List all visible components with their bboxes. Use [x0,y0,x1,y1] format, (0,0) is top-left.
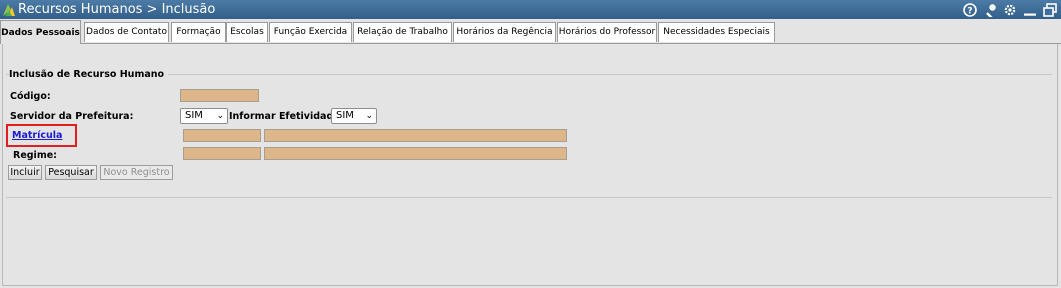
matricula-code-input[interactable] [183,129,261,142]
codigo-input[interactable] [180,89,259,102]
app-logo-icon [3,4,15,16]
regime-label: Regime: [13,150,57,161]
informar-efetividade-label: Informar Efetividade: [229,111,344,122]
title-bar: Recursos Humanos > Inclusão ? [0,0,1061,19]
gear-icon[interactable] [1003,3,1017,17]
regime-code-input[interactable] [183,147,261,160]
informar-efetividade-select[interactable]: SIM ⌄ [331,108,377,124]
chevron-down-icon: ⌄ [216,111,224,121]
minimize-icon[interactable] [1023,3,1037,17]
tab-necessidades-especiais[interactable]: Necessidades Especiais [658,22,775,42]
servidor-prefeitura-label: Servidor da Prefeitura: [10,111,134,122]
incluir-button[interactable]: Incluir [8,165,42,180]
window-title: Recursos Humanos > Inclusão [18,2,216,17]
restore-icon[interactable] [1043,2,1057,17]
help-icon[interactable]: ? [963,2,977,17]
tab-dados-pessoais[interactable]: Dados Pessoais [0,20,81,44]
novo-registro-button: Novo Registro [100,165,173,180]
window-tools: ? [963,1,1057,18]
tab-dados-de-contato[interactable]: Dados de Contato [84,22,169,42]
fieldset-legend: Inclusão de Recurso Humano [9,69,169,80]
key-icon[interactable] [983,3,997,17]
tab-escolas[interactable]: Escolas [226,22,268,42]
servidor-prefeitura-select[interactable]: SIM ⌄ [180,108,228,124]
tab-horarios-da-regencia[interactable]: Horários da Regência [453,22,556,42]
codigo-label: Código: [10,91,51,102]
matricula-name-input[interactable] [264,129,567,142]
informar-efetividade-value: SIM [336,110,354,121]
chevron-down-icon: ⌄ [365,111,373,121]
tab-horarios-do-professor[interactable]: Horários do Professor [557,22,657,42]
matricula-link[interactable]: Matrícula [12,130,62,141]
tab-formacao[interactable]: Formação [171,22,226,42]
tab-funcao-exercida[interactable]: Função Exercida [269,22,352,42]
regime-name-input[interactable] [264,147,567,160]
tab-relacao-de-trabalho[interactable]: Relação de Trabalho [353,22,452,42]
svg-text:?: ? [967,6,972,16]
pesquisar-button[interactable]: Pesquisar [45,165,97,180]
tab-bar: Dados Pessoais Dados de Contato Formação… [0,19,1061,44]
servidor-prefeitura-value: SIM [185,110,203,121]
